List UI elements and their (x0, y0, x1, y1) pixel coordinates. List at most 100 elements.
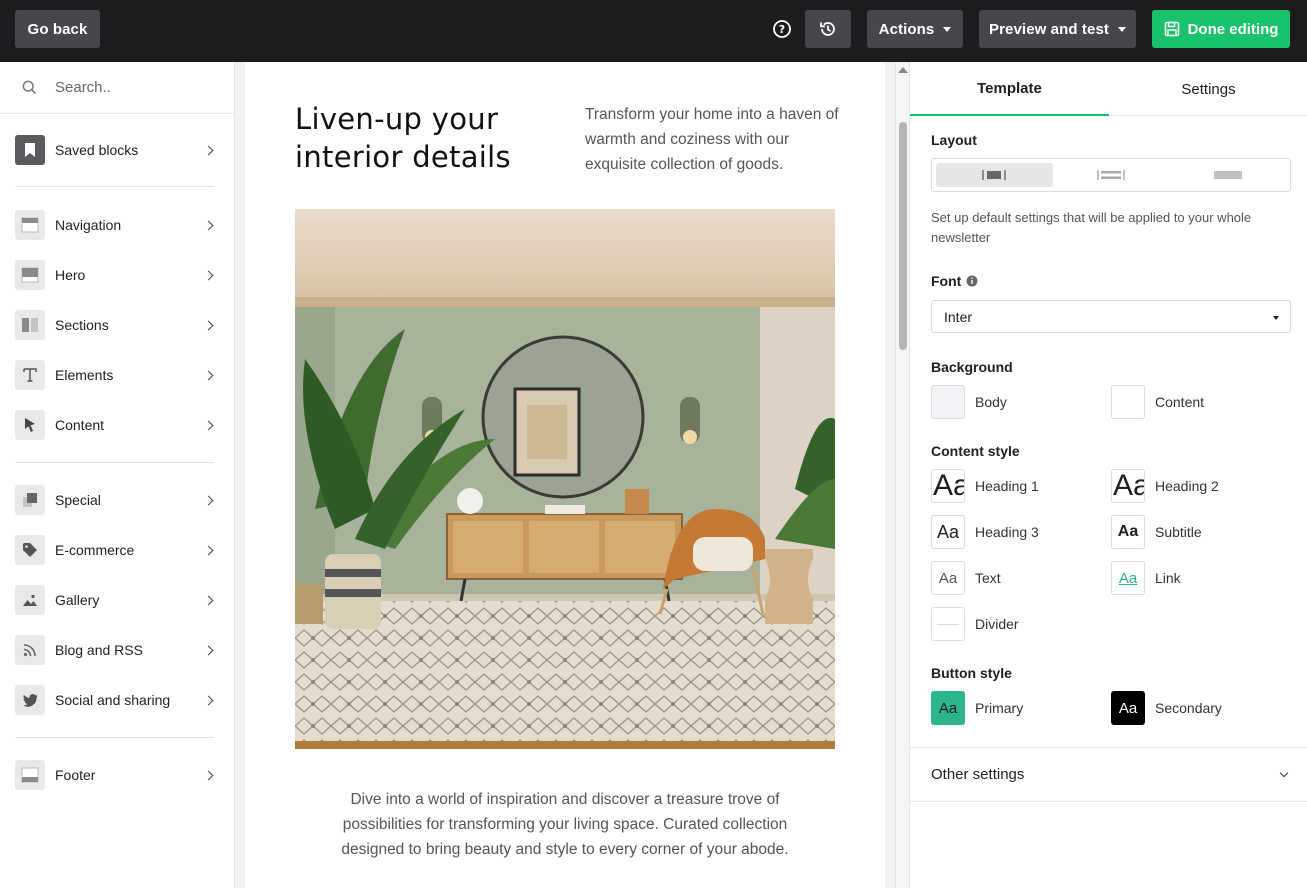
search-bar[interactable]: Search.. (0, 62, 234, 114)
sidebar-item-navigation[interactable]: Navigation (15, 210, 220, 240)
sidebar-item-label: Content (55, 417, 105, 433)
font-heading-label: Font (931, 273, 962, 289)
email-content: Liven-up your interior details Transform… (245, 62, 885, 888)
swatch-label: Content (1155, 394, 1205, 410)
chevron-right-icon (203, 695, 214, 705)
style-text[interactable]: Aa Text (931, 561, 1001, 595)
scroll-thumb[interactable] (899, 122, 907, 350)
style-preview: Aa (931, 469, 965, 503)
sidebar-item-label: Footer (55, 767, 96, 783)
sidebar-item-social-and-sharing[interactable]: Social and sharing (15, 685, 220, 715)
chevron-right-icon (203, 545, 214, 555)
caret-down-icon (1117, 26, 1126, 32)
sidebar-item-elements[interactable]: Elements (15, 360, 220, 390)
button-style-heading: Button style (931, 665, 1012, 681)
info-icon[interactable] (966, 275, 978, 287)
sidebar-item-content[interactable]: Content (15, 410, 220, 440)
go-back-button[interactable]: Go back (15, 10, 100, 48)
sidebar-item-label: Special (55, 492, 101, 508)
done-editing-label: Done editing (1187, 20, 1279, 38)
svg-text:?: ? (779, 23, 785, 36)
chevron-right-icon (203, 220, 214, 230)
sidebar-item-blog-and-rss[interactable]: Blog and RSS (15, 635, 220, 665)
sidebar-item-footer[interactable]: Footer (15, 760, 220, 790)
sidebar-divider (15, 737, 214, 738)
tab-settings[interactable]: Settings (1109, 62, 1307, 116)
sidebar-item-hero[interactable]: Hero (15, 260, 220, 290)
button-style-secondary[interactable]: Aa Secondary (1111, 691, 1222, 725)
email-body-text[interactable]: Dive into a world of inspiration and dis… (315, 787, 815, 862)
style-preview: Aa (1111, 691, 1145, 725)
background-content-swatch[interactable]: Content (1111, 385, 1204, 419)
chevron-right-icon (203, 595, 214, 605)
chevron-right-icon (203, 770, 214, 780)
preview-and-test-dropdown[interactable]: Preview and test (979, 10, 1136, 48)
caret-down-icon (943, 26, 952, 32)
color-swatch (931, 385, 965, 419)
caret-down-icon (1273, 316, 1279, 320)
canvas-scrollbar[interactable] (895, 62, 909, 888)
background-body-swatch[interactable]: Body (931, 385, 1007, 419)
tab-template[interactable]: Template (910, 62, 1109, 116)
layout-wide-icon (1097, 170, 1125, 180)
sidebar-divider (15, 462, 214, 463)
layout-option-wide[interactable] (1053, 163, 1170, 187)
properties-panel: Template Settings Layout Set up default … (909, 62, 1307, 888)
style-heading-1[interactable]: Aa Heading 1 (931, 469, 1039, 503)
swatch-label: Text (975, 570, 1001, 586)
help-icon[interactable]: ? (772, 19, 792, 39)
search-input[interactable]: Search.. (55, 79, 111, 96)
email-intro-text[interactable]: Transform your home into a haven of warm… (585, 102, 845, 177)
preview-label: Preview and test (989, 20, 1109, 38)
done-editing-button[interactable]: Done editing (1152, 10, 1290, 48)
sidebar-item-saved-blocks[interactable]: Saved blocks (15, 135, 220, 165)
swatch-label: Heading 3 (975, 524, 1039, 540)
style-preview: Aa (1111, 515, 1145, 549)
other-settings-accordion[interactable]: Other settings (910, 747, 1307, 802)
swatch-label: Link (1155, 570, 1181, 586)
sidebar-item-e-commerce[interactable]: E-commerce (15, 535, 220, 565)
sidebar-item-label: Hero (55, 267, 86, 283)
sidebar-item-label: E-commerce (55, 542, 135, 558)
sidebar-divider (15, 186, 214, 187)
hero-image[interactable] (295, 209, 835, 749)
scroll-up-arrow-icon[interactable] (898, 67, 908, 73)
style-preview: Aa (931, 691, 965, 725)
layout-selector (931, 158, 1291, 192)
style-divider[interactable]: Divider (931, 607, 1019, 641)
button-style-primary[interactable]: Aa Primary (931, 691, 1023, 725)
sidebar-item-label: Gallery (55, 592, 100, 608)
actions-dropdown[interactable]: Actions (867, 10, 963, 48)
layout-description: Set up default settings that will be app… (931, 210, 1252, 245)
style-preview: Aa (1111, 469, 1145, 503)
panel-tabs: Template Settings (910, 62, 1307, 116)
other-settings-label: Other settings (931, 766, 1025, 783)
search-icon (22, 80, 37, 95)
layout-boxed-icon (982, 170, 1007, 180)
sidebar-item-sections[interactable]: Sections (15, 310, 220, 340)
sidebar-item-label: Navigation (55, 217, 122, 233)
chevron-right-icon (203, 145, 214, 155)
style-link[interactable]: Aa Link (1111, 561, 1181, 595)
sidebar-item-gallery[interactable]: Gallery (15, 585, 220, 615)
text-icon (15, 360, 45, 390)
swatch-label: Secondary (1155, 700, 1222, 716)
living-room-illustration (295, 209, 835, 749)
actions-label: Actions (878, 20, 935, 38)
style-heading-2[interactable]: Aa Heading 2 (1111, 469, 1219, 503)
swatch-label: Heading 2 (1155, 478, 1219, 494)
style-subtitle[interactable]: Aa Subtitle (1111, 515, 1202, 549)
sidebar-item-special[interactable]: Special (15, 485, 220, 515)
sidebar-item-label: Sections (55, 317, 109, 333)
swatch-label: Subtitle (1155, 524, 1202, 540)
style-heading-3[interactable]: Aa Heading 3 (931, 515, 1039, 549)
sidebar-item-label: Blog and RSS (55, 642, 143, 658)
layout-option-boxed[interactable] (936, 163, 1053, 187)
layout-option-full[interactable] (1169, 163, 1286, 187)
sidebar-item-label: Social and sharing (55, 692, 171, 708)
email-headline[interactable]: Liven-up your interior details (295, 100, 555, 176)
font-select[interactable]: Inter (931, 300, 1291, 333)
content-style-heading: Content style (931, 443, 1020, 459)
history-button[interactable] (805, 10, 851, 48)
style-preview (931, 607, 965, 641)
